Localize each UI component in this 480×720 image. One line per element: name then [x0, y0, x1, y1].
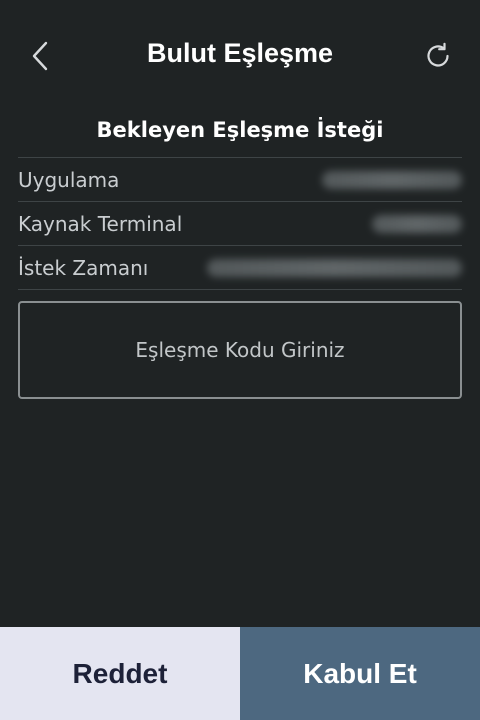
info-row-request-time: İstek Zamanı [18, 246, 462, 290]
pairing-code-placeholder: Eşleşme Kodu Giriniz [135, 338, 345, 362]
pairing-code-input[interactable]: Eşleşme Kodu Giriniz [18, 301, 462, 399]
redacted-value [322, 170, 462, 189]
info-row-source-terminal: Kaynak Terminal [18, 202, 462, 246]
info-label: Kaynak Terminal [18, 211, 183, 236]
refresh-button[interactable] [420, 36, 456, 76]
page-title: Bulut Eşleşme [146, 38, 334, 68]
redacted-value [207, 258, 462, 277]
info-row-application: Uygulama [18, 158, 462, 202]
info-label: İstek Zamanı [18, 255, 149, 280]
reject-button[interactable]: Reddet [0, 627, 240, 720]
info-label: Uygulama [18, 167, 120, 192]
app-header: Bulut Eşleşme [0, 0, 480, 110]
accept-button[interactable]: Kabul Et [240, 627, 480, 720]
redacted-value [372, 214, 462, 233]
refresh-icon [427, 42, 449, 67]
action-bar: Reddet Kabul Et [0, 627, 480, 720]
section-title: Bekleyen Eşleşme İsteği [96, 118, 384, 142]
request-info-list: Uygulama Kaynak Terminal İstek Zamanı [18, 157, 462, 290]
